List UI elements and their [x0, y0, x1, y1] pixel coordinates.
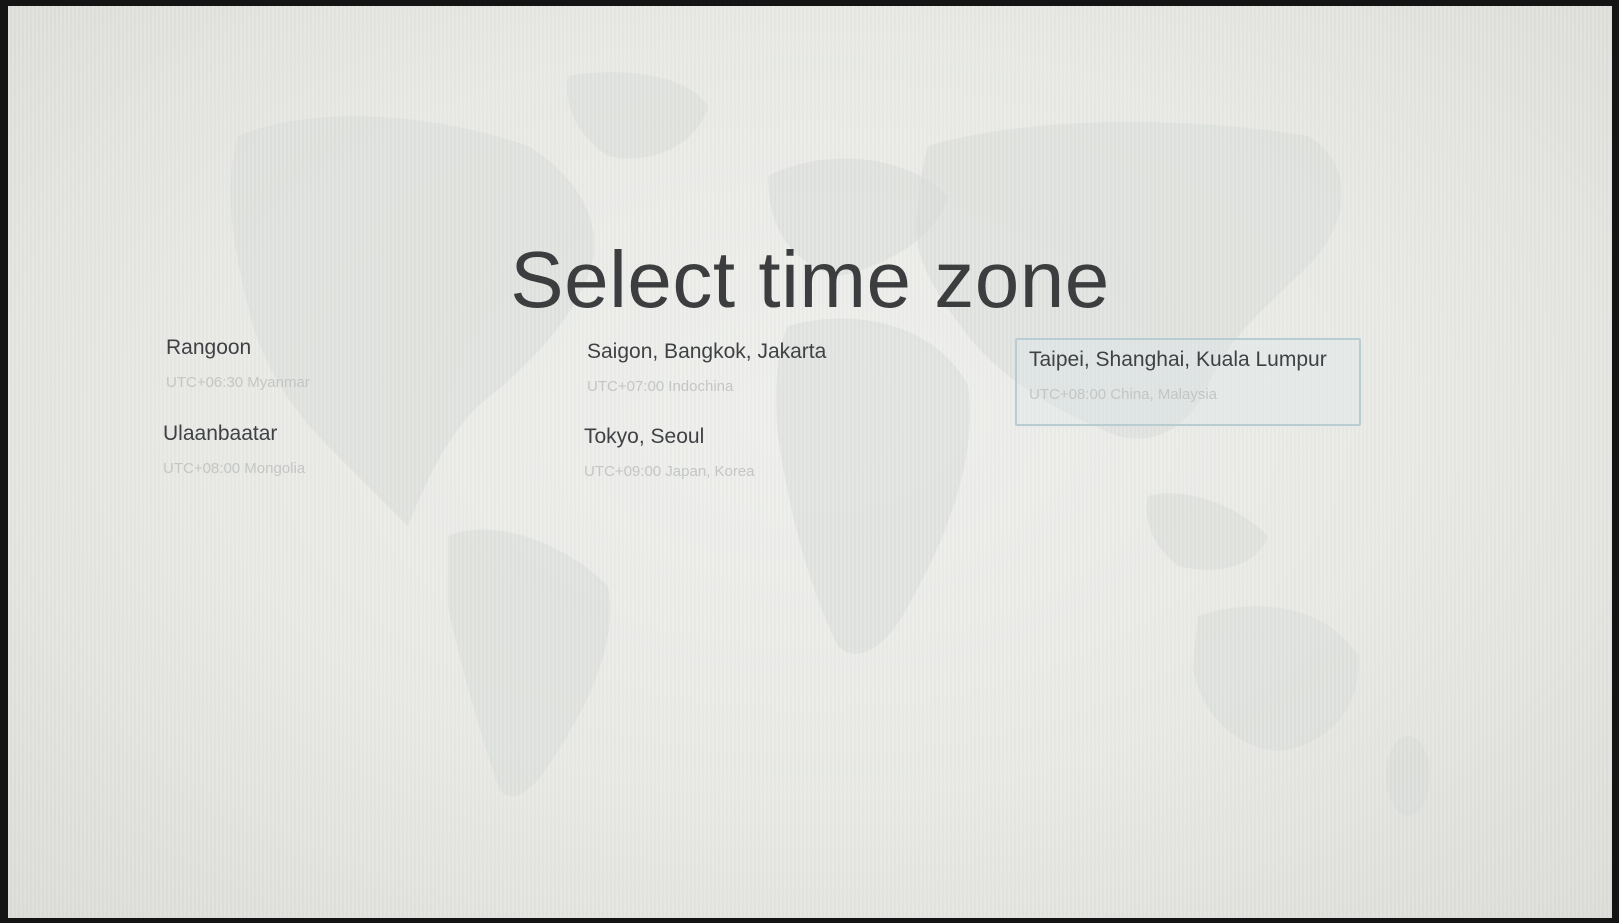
timezone-city: Taipei, Shanghai, Kuala Lumpur — [1029, 348, 1327, 371]
timezone-city: Rangoon — [166, 336, 252, 359]
screen: Select time zone Rangoon UTC+06:30 Myanm… — [8, 6, 1612, 918]
timezone-option-tokyo-seoul[interactable]: Tokyo, Seoul UTC+09:00 Japan, Korea — [572, 417, 912, 497]
timezone-detail: UTC+08:00 Mongolia — [163, 460, 306, 477]
page-title: Select time zone — [510, 235, 1110, 324]
timezone-detail: UTC+09:00 Japan, Korea — [584, 463, 755, 480]
timezone-option-rangoon[interactable]: Rangoon UTC+06:30 Myanmar — [154, 328, 494, 408]
timezone-city: Saigon, Bangkok, Jakarta — [587, 340, 827, 363]
timezone-city: Tokyo, Seoul — [584, 425, 705, 448]
timezone-city: Ulaanbaatar — [163, 422, 278, 445]
timezone-option-taipei-shanghai-kuala-lumpur[interactable]: Taipei, Shanghai, Kuala Lumpur UTC+08:00… — [1015, 338, 1361, 426]
timezone-option-saigon-bangkok-jakarta[interactable]: Saigon, Bangkok, Jakarta UTC+07:00 Indoc… — [575, 332, 915, 412]
timezone-detail: UTC+06:30 Myanmar — [166, 374, 310, 391]
timezone-option-ulaanbaatar[interactable]: Ulaanbaatar UTC+08:00 Mongolia — [151, 414, 491, 494]
timezone-detail: UTC+08:00 China, Malaysia — [1029, 386, 1218, 403]
timezone-detail: UTC+07:00 Indochina — [587, 378, 734, 395]
